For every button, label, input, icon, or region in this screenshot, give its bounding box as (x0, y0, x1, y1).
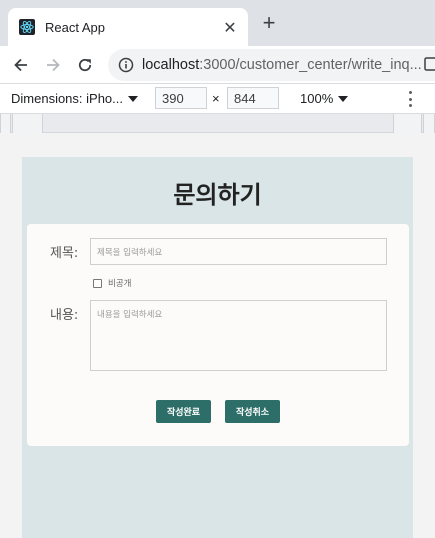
forward-button[interactable] (40, 52, 66, 78)
tab-strip: React App ✕ + (0, 0, 435, 46)
width-input[interactable]: 390 (155, 87, 207, 109)
back-button[interactable] (8, 52, 34, 78)
close-tab-icon[interactable]: ✕ (221, 18, 239, 37)
device-toolbar: Dimensions: iPho... 390 × 844 100% (0, 84, 435, 114)
title-label: 제목: (50, 246, 79, 261)
reload-icon (78, 58, 92, 72)
dropdown-caret-icon (128, 95, 138, 102)
url-path: :3000/customer_center/write_inq... (199, 57, 422, 73)
page-title: 문의하기 (173, 181, 262, 209)
height-input[interactable]: 844 (227, 87, 279, 109)
forward-arrow-icon (47, 58, 60, 72)
more-options-icon[interactable] (406, 91, 414, 107)
media-query-segment[interactable] (393, 114, 422, 133)
browser-tab[interactable]: React App ✕ (8, 8, 248, 46)
new-tab-button[interactable]: + (258, 10, 280, 35)
browser-toolbar: localhost:3000/customer_center/write_inq… (0, 46, 435, 84)
media-query-segment[interactable] (12, 114, 43, 133)
reload-button[interactable] (72, 52, 98, 78)
device-viewport: 문의하기 제목: 제목을 입력하세요 비공개 내용: 내용을 입력하세요 작성완… (0, 134, 435, 538)
media-query-segment[interactable] (0, 114, 11, 133)
content-label: 내용: (50, 308, 79, 323)
react-logo-icon (19, 19, 35, 35)
title-input[interactable]: 제목을 입력하세요 (90, 238, 387, 265)
info-icon[interactable] (118, 57, 134, 73)
inquiry-form: 제목: 제목을 입력하세요 비공개 내용: 내용을 입력하세요 작성완료 작성취… (27, 224, 409, 446)
cancel-button[interactable]: 작성취소 (225, 400, 280, 423)
dimension-separator: × (212, 91, 220, 106)
url-host: localhost (142, 57, 200, 73)
submit-button[interactable]: 작성완료 (156, 400, 211, 423)
inquiry-page: 문의하기 제목: 제목을 입력하세요 비공개 내용: 내용을 입력하세요 작성완… (22, 157, 413, 538)
extension-icon[interactable] (424, 55, 435, 75)
media-query-segment[interactable] (423, 114, 435, 133)
tab-title: React App (45, 19, 105, 35)
url-text: localhost:3000/customer_center/write_inq… (142, 57, 422, 73)
private-label: 비공개 (108, 279, 132, 289)
content-textarea[interactable]: 내용을 입력하세요 (90, 300, 387, 371)
back-arrow-icon (14, 58, 27, 72)
dropdown-caret-icon (338, 95, 349, 102)
zoom-label: 100% (300, 91, 334, 106)
address-bar[interactable]: localhost:3000/customer_center/write_inq… (108, 49, 435, 81)
zoom-select[interactable]: 100% (300, 91, 349, 106)
private-checkbox[interactable] (93, 279, 102, 288)
device-select[interactable]: Dimensions: iPho... (11, 91, 138, 106)
device-select-label: Dimensions: iPho... (11, 91, 123, 106)
media-query-bar (0, 114, 435, 133)
